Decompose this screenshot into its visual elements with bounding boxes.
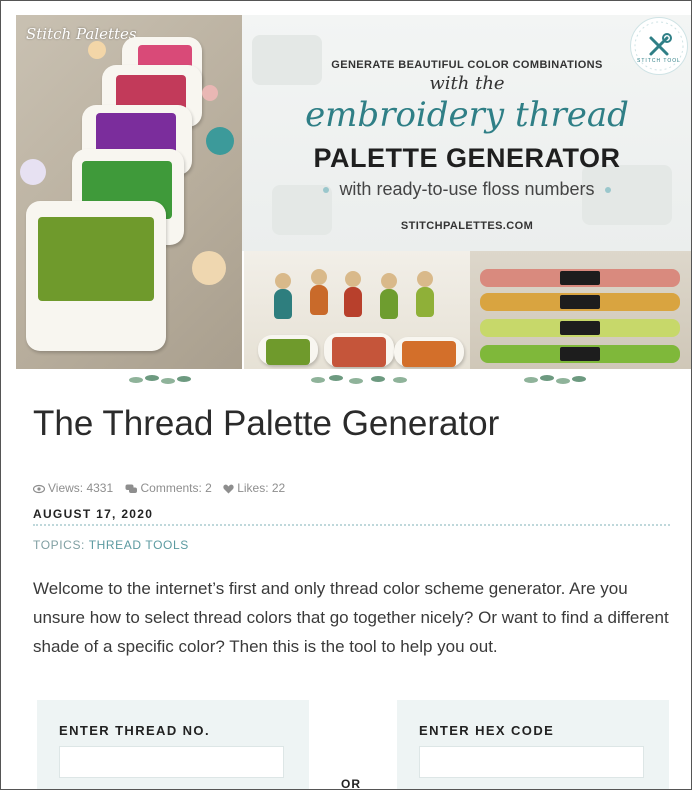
banner-line-5: with ready-to-use floss numbers — [242, 179, 691, 200]
banner-line-1: GENERATE BEAUTIFUL COLOR COMBINATIONS — [331, 59, 603, 71]
topic-link[interactable]: THREAD TOOLS — [89, 538, 189, 552]
leaves-decoration — [524, 375, 586, 384]
banner-line-4: PALETTE GENERATOR — [313, 143, 621, 173]
thread-number-input[interactable] — [59, 746, 284, 778]
hex-code-input[interactable] — [419, 746, 644, 778]
comments-count[interactable]: Comments: 2 — [125, 481, 216, 495]
floss-skeins-photo — [470, 251, 691, 369]
intro-paragraph: Welcome to the internet’s first and only… — [33, 579, 669, 656]
or-separator: OR — [341, 777, 361, 790]
page-title: The Thread Palette Generator — [33, 404, 500, 443]
banner-url: STITCHPALETTES.COM — [400, 220, 534, 232]
post-topics: TOPICS: THREAD TOOLS — [33, 538, 189, 552]
badge-text: STITCH TOOL — [637, 58, 681, 64]
eye-icon — [32, 484, 46, 494]
pegs-photo — [244, 251, 470, 369]
leaves-decoration — [129, 375, 191, 384]
hero-image: Stitch Palettes GENERATE BEAUTIFUL COLOR… — [16, 15, 691, 369]
brand-logo: Stitch Palettes — [26, 25, 137, 43]
dotted-divider — [33, 524, 670, 526]
comments-icon — [125, 484, 137, 493]
topics-label: TOPICS: — [33, 538, 85, 552]
thread-number-label: ENTER THREAD NO. — [59, 723, 210, 738]
banner-line-3: embroidery thread — [305, 95, 629, 135]
tools-icon — [634, 21, 684, 71]
promo-banner: GENERATE BEAUTIFUL COLOR COMBINATIONS wi… — [242, 15, 691, 251]
heart-icon — [223, 484, 234, 494]
thread-number-panel: ENTER THREAD NO. — [37, 700, 309, 789]
page: Stitch Palettes GENERATE BEAUTIFUL COLOR… — [0, 0, 692, 790]
banner-line-2: with the — [429, 73, 505, 94]
hex-code-label: ENTER HEX CODE — [419, 723, 555, 738]
hex-code-panel: ENTER HEX CODE — [397, 700, 669, 789]
likes-count[interactable]: Likes: 22 — [223, 481, 285, 495]
leaves-decoration — [311, 375, 407, 384]
views-count: Views: 4331 — [32, 481, 117, 495]
tools-badge: STITCH TOOL — [630, 17, 688, 75]
post-date: AUGUST 17, 2020 — [33, 507, 154, 521]
thread-cards-photo: Stitch Palettes — [16, 15, 242, 369]
post-meta: Views: 4331 Comments: 2 Likes: 22 — [32, 481, 293, 495]
